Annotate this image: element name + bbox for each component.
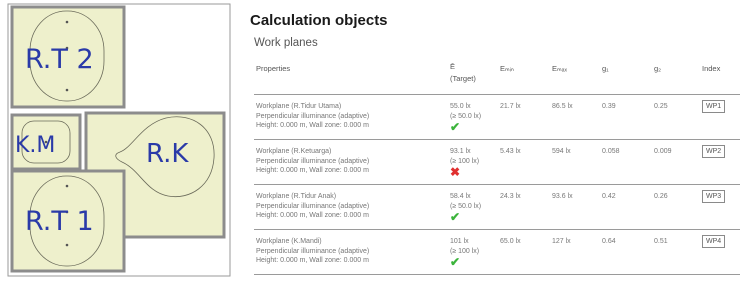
header-emin: Eₘᵢₙ [500,64,514,73]
row-emax: 594 lx [552,148,571,155]
row-emin: 65.0 lx [500,238,521,245]
row-emax: 93.6 lx [552,193,573,200]
row-emax: 127 lx [552,238,571,245]
header-properties: Properties [256,64,291,73]
index-badge[interactable]: WP4 [702,235,726,248]
row-emin: 24.3 lx [500,193,521,200]
row-emin: 5.43 lx [500,148,521,155]
luminaire-dot [65,184,69,188]
row-type: Perpendicular illuminance (adaptive) [256,157,370,165]
floor-plan: R.T 2 K.M R.K R.T 1 [7,3,231,277]
row-g1: 0.42 [602,193,616,200]
row-e-avg: 58.4 lx (≥ 50.0 lx) ✔ [450,192,481,223]
index-badge[interactable]: WP1 [702,100,726,113]
row-emin: 21.7 lx [500,103,521,110]
room-label-rt1: R.T 1 [25,206,94,237]
table-row: Workplane (K.Mandi) Perpendicular illumi… [254,230,740,275]
check-icon: ✔ [450,255,461,269]
table-header: Properties Ē (Target) Eₘᵢₙ Eₘₐₓ g₁ g₂ In… [254,58,740,95]
row-g2: 0.25 [654,103,668,110]
row-g1: 0.64 [602,238,616,245]
table-row: Workplane (R.Tidur Anak) Perpendicular i… [254,185,740,230]
row-index: WP4 [702,235,726,248]
row-emax: 86.5 lx [552,103,573,110]
index-badge[interactable]: WP2 [702,145,726,158]
row-properties: Workplane (K.Mandi) Perpendicular illumi… [256,237,369,266]
header-index: Index [702,64,721,73]
row-g2: 0.26 [654,193,668,200]
row-g2: 0.51 [654,238,668,245]
room-label-rt2: R.T 2 [25,44,94,75]
row-properties: Workplane (R.Ketuarga) Perpendicular ill… [256,147,369,176]
table-row: Workplane (R.Ketuarga) Perpendicular ill… [254,140,740,185]
row-height: Height: 0.000 m, Wall zone: 0.000 m [256,122,369,129]
row-e-value: 55.0 lx [450,103,471,110]
page-title: Calculation objects [250,12,388,29]
luminaire-dot [65,88,69,92]
header-emax: Eₘₐₓ [552,64,567,73]
row-g2: 0.009 [654,148,672,155]
row-height: Height: 0.000 m, Wall zone: 0.000 m [256,167,369,174]
luminaire-dot [65,243,69,247]
row-e-value: 58.4 lx [450,193,471,200]
workplanes-table: Properties Ē (Target) Eₘᵢₙ Eₘₐₓ g₁ g₂ In… [254,58,740,275]
row-e-avg: 93.1 lx (≥ 100 lx) ✖ [450,147,479,178]
cross-icon: ✖ [450,165,461,179]
row-name: Workplane (K.Mandi) [256,238,322,245]
luminaire-dot [65,20,69,24]
row-e-avg: 55.0 lx (≥ 50.0 lx) ✔ [450,102,481,133]
row-height: Height: 0.000 m, Wall zone: 0.000 m [256,212,369,219]
header-e-symbol: Ē [450,62,456,71]
room-label-km: K.M [15,133,55,158]
row-e-value: 101 lx [450,238,469,245]
header-g1: g₁ [602,64,609,73]
row-properties: Workplane (R.Tidur Utama) Perpendicular … [256,102,369,131]
check-icon: ✔ [450,210,461,224]
header-e-avg: Ē (Target) [450,62,476,84]
row-e-avg: 101 lx (≥ 100 lx) ✔ [450,237,479,268]
row-name: Workplane (R.Tidur Anak) [256,193,337,200]
row-g1: 0.39 [602,103,616,110]
row-e-value: 93.1 lx [450,148,471,155]
row-index: WP1 [702,100,726,113]
room-label-rk: R.K [146,139,189,169]
row-type: Perpendicular illuminance (adaptive) [256,247,370,255]
table-row: Workplane (R.Tidur Utama) Perpendicular … [254,95,740,140]
row-index: WP3 [702,190,726,203]
row-g1: 0.058 [602,148,620,155]
check-icon: ✔ [450,120,461,134]
calculation-report: Calculation objects Work planes Properti… [250,0,743,282]
row-type: Perpendicular illuminance (adaptive) [256,202,370,210]
section-subtitle: Work planes [254,37,318,49]
row-name: Workplane (R.Ketuarga) [256,148,332,155]
header-g2: g₂ [654,64,662,73]
header-e-target: (Target) [450,74,476,83]
row-name: Workplane (R.Tidur Utama) [256,103,342,110]
row-index: WP2 [702,145,726,158]
row-properties: Workplane (R.Tidur Anak) Perpendicular i… [256,192,369,221]
index-badge[interactable]: WP3 [702,190,726,203]
row-height: Height: 0.000 m, Wall zone: 0.000 m [256,257,369,264]
row-type: Perpendicular illuminance (adaptive) [256,112,370,120]
